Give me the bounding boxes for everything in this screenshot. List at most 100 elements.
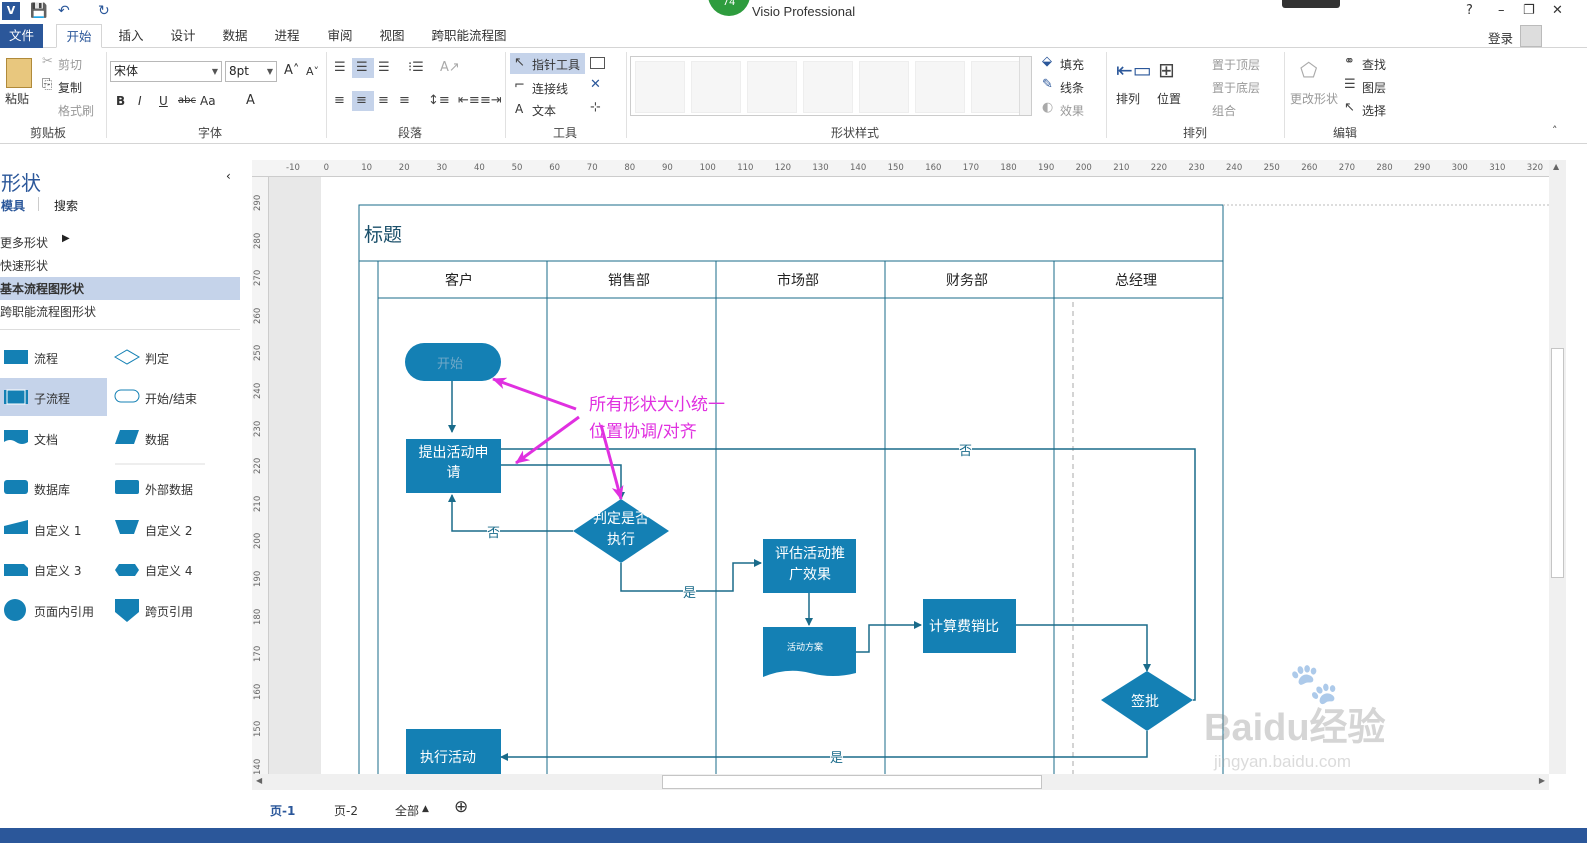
change-case-button[interactable]: Aa: [200, 94, 216, 108]
scrollbar-thumb[interactable]: [1551, 348, 1564, 578]
shape-custom-1[interactable]: 自定义 1: [34, 522, 81, 539]
vertical-scrollbar[interactable]: ▲: [1549, 160, 1566, 774]
shape-off-page-reference[interactable]: 跨页引用: [145, 603, 193, 620]
group-button[interactable]: 组合: [1212, 102, 1236, 119]
shape-custom-3[interactable]: 自定义 3: [34, 562, 81, 579]
shape-subprocess[interactable]: 子流程: [34, 390, 70, 407]
approve-label[interactable]: 签批: [1131, 691, 1159, 711]
decide-label[interactable]: 判定是否执行: [587, 509, 655, 551]
find-button[interactable]: 查找: [1362, 56, 1386, 73]
shape-style-thumbnail[interactable]: [691, 61, 741, 113]
cff-shapes-item[interactable]: 跨职能流程图形状: [0, 303, 96, 320]
rectangle-tool-icon[interactable]: [590, 57, 605, 69]
line-button[interactable]: 线条: [1060, 79, 1084, 96]
cut-button[interactable]: 剪切: [58, 56, 82, 73]
select-button[interactable]: 选择: [1362, 102, 1386, 119]
copy-button[interactable]: 复制: [58, 79, 82, 96]
fill-button[interactable]: 填充: [1060, 56, 1084, 73]
tab-home[interactable]: 开始: [56, 24, 102, 48]
avatar[interactable]: [1520, 25, 1542, 47]
text-direction-icon[interactable]: A↗: [440, 60, 460, 75]
shape-style-gallery[interactable]: [630, 56, 1032, 116]
lane-label[interactable]: 财务部: [946, 270, 988, 290]
align-left-icon[interactable]: ≡: [334, 93, 345, 108]
justify-icon[interactable]: ≡: [399, 93, 410, 108]
text-tool-button[interactable]: 文本: [532, 102, 556, 119]
format-painter-button[interactable]: 格式刷: [58, 102, 94, 119]
paste-icon[interactable]: [6, 58, 32, 88]
shape-custom-4[interactable]: 自定义 4: [145, 562, 192, 579]
shrink-font-icon[interactable]: A˅: [306, 65, 319, 78]
gallery-scroll[interactable]: [1019, 57, 1031, 115]
font-name-select[interactable]: 宋体 ▼: [110, 61, 222, 82]
tab-design[interactable]: 设计: [162, 24, 204, 48]
align-bottom-icon[interactable]: ☰: [378, 60, 390, 75]
shape-data[interactable]: 数据: [145, 431, 169, 448]
sign-in-link[interactable]: 登录: [1488, 28, 1513, 47]
tab-cross-functional[interactable]: 跨职能流程图: [424, 24, 514, 48]
redo-icon[interactable]: ↻: [98, 3, 110, 19]
collapse-ribbon-icon[interactable]: ˄: [1552, 124, 1558, 137]
close-icon[interactable]: ✕: [590, 77, 601, 92]
shape-style-thumbnail[interactable]: [635, 61, 685, 113]
evaluate-label[interactable]: 评估活动推广效果: [773, 544, 847, 586]
more-shapes-item[interactable]: 更多形状: [0, 234, 48, 251]
shape-style-thumbnail[interactable]: [971, 61, 1021, 113]
tab-insert[interactable]: 插入: [110, 24, 152, 48]
italic-button[interactable]: I: [138, 94, 142, 108]
tab-data[interactable]: 数据: [214, 24, 256, 48]
tab-stencils[interactable]: 模具: [1, 197, 25, 214]
shape-style-thumbnail[interactable]: [803, 61, 853, 113]
shape-custom-2[interactable]: 自定义 2: [145, 522, 192, 539]
underline-button[interactable]: U: [159, 94, 168, 108]
effects-button[interactable]: 效果: [1060, 102, 1084, 119]
scroll-left-icon[interactable]: ◀: [256, 776, 262, 785]
font-size-select[interactable]: 8pt ▼: [225, 61, 277, 82]
strikethrough-button[interactable]: abc: [178, 95, 196, 106]
lane-label[interactable]: 客户: [445, 270, 473, 290]
shape-process[interactable]: 流程: [34, 350, 58, 367]
tab-review[interactable]: 审阅: [319, 24, 361, 48]
cost-label[interactable]: 计算费销比: [929, 616, 999, 636]
shape-style-thumbnail[interactable]: [747, 61, 797, 113]
close-button[interactable]: ✕: [1552, 3, 1563, 18]
tab-search[interactable]: 搜索: [54, 197, 78, 214]
execute-label[interactable]: 执行活动: [420, 747, 476, 767]
shape-style-thumbnail[interactable]: [915, 61, 965, 113]
align-right-icon[interactable]: ≡: [378, 93, 389, 108]
shape-terminator[interactable]: 开始/结束: [145, 390, 197, 407]
bullets-icon[interactable]: ⁝☰: [408, 60, 424, 75]
lane-label[interactable]: 总经理: [1115, 270, 1157, 290]
save-icon[interactable]: 💾: [30, 3, 47, 19]
layers-button[interactable]: 图层: [1362, 79, 1386, 96]
shape-external-data[interactable]: 外部数据: [145, 481, 193, 498]
lane-label[interactable]: 销售部: [608, 270, 650, 290]
submit-label[interactable]: 提出活动申请: [416, 443, 491, 483]
paste-button[interactable]: 粘贴: [5, 90, 29, 107]
undo-icon[interactable]: ↶: [58, 3, 70, 19]
scroll-up-icon[interactable]: ▲: [1553, 162, 1559, 171]
bold-button[interactable]: B: [116, 94, 125, 108]
align-top-icon[interactable]: ☰: [334, 60, 346, 75]
diagram-title[interactable]: 标题: [364, 220, 402, 247]
font-color-button[interactable]: A: [246, 93, 255, 108]
shape-decision[interactable]: 判定: [145, 350, 169, 367]
position-button[interactable]: 位置: [1157, 90, 1181, 107]
grow-font-icon[interactable]: A˄: [284, 63, 299, 78]
shape-style-thumbnail[interactable]: [859, 61, 909, 113]
drawing-canvas[interactable]: 标题 客户 销售部 市场部 财务部 总经理 开始 提出活动申请 判定是否执行 评…: [269, 177, 1549, 774]
scrollbar-thumb[interactable]: [662, 775, 1042, 789]
tab-page-1[interactable]: 页-1: [270, 802, 295, 819]
minimize-button[interactable]: –: [1498, 3, 1505, 18]
add-page-button[interactable]: ⊕: [454, 797, 468, 817]
collapse-panel-icon[interactable]: ‹: [226, 169, 231, 183]
lane-label[interactable]: 市场部: [777, 270, 819, 290]
decrease-indent-icon[interactable]: ⇤≡: [458, 93, 480, 108]
horizontal-scrollbar[interactable]: ◀ ▶: [252, 774, 1549, 790]
shape-database[interactable]: 数据库: [34, 481, 70, 498]
start-label[interactable]: 开始: [437, 353, 463, 372]
increase-indent-icon[interactable]: ≡⇥: [480, 93, 502, 108]
connection-point-icon[interactable]: ⊹: [590, 100, 601, 115]
tab-view[interactable]: 视图: [371, 24, 413, 48]
basic-flowchart-item[interactable]: 基本流程图形状: [0, 280, 84, 297]
